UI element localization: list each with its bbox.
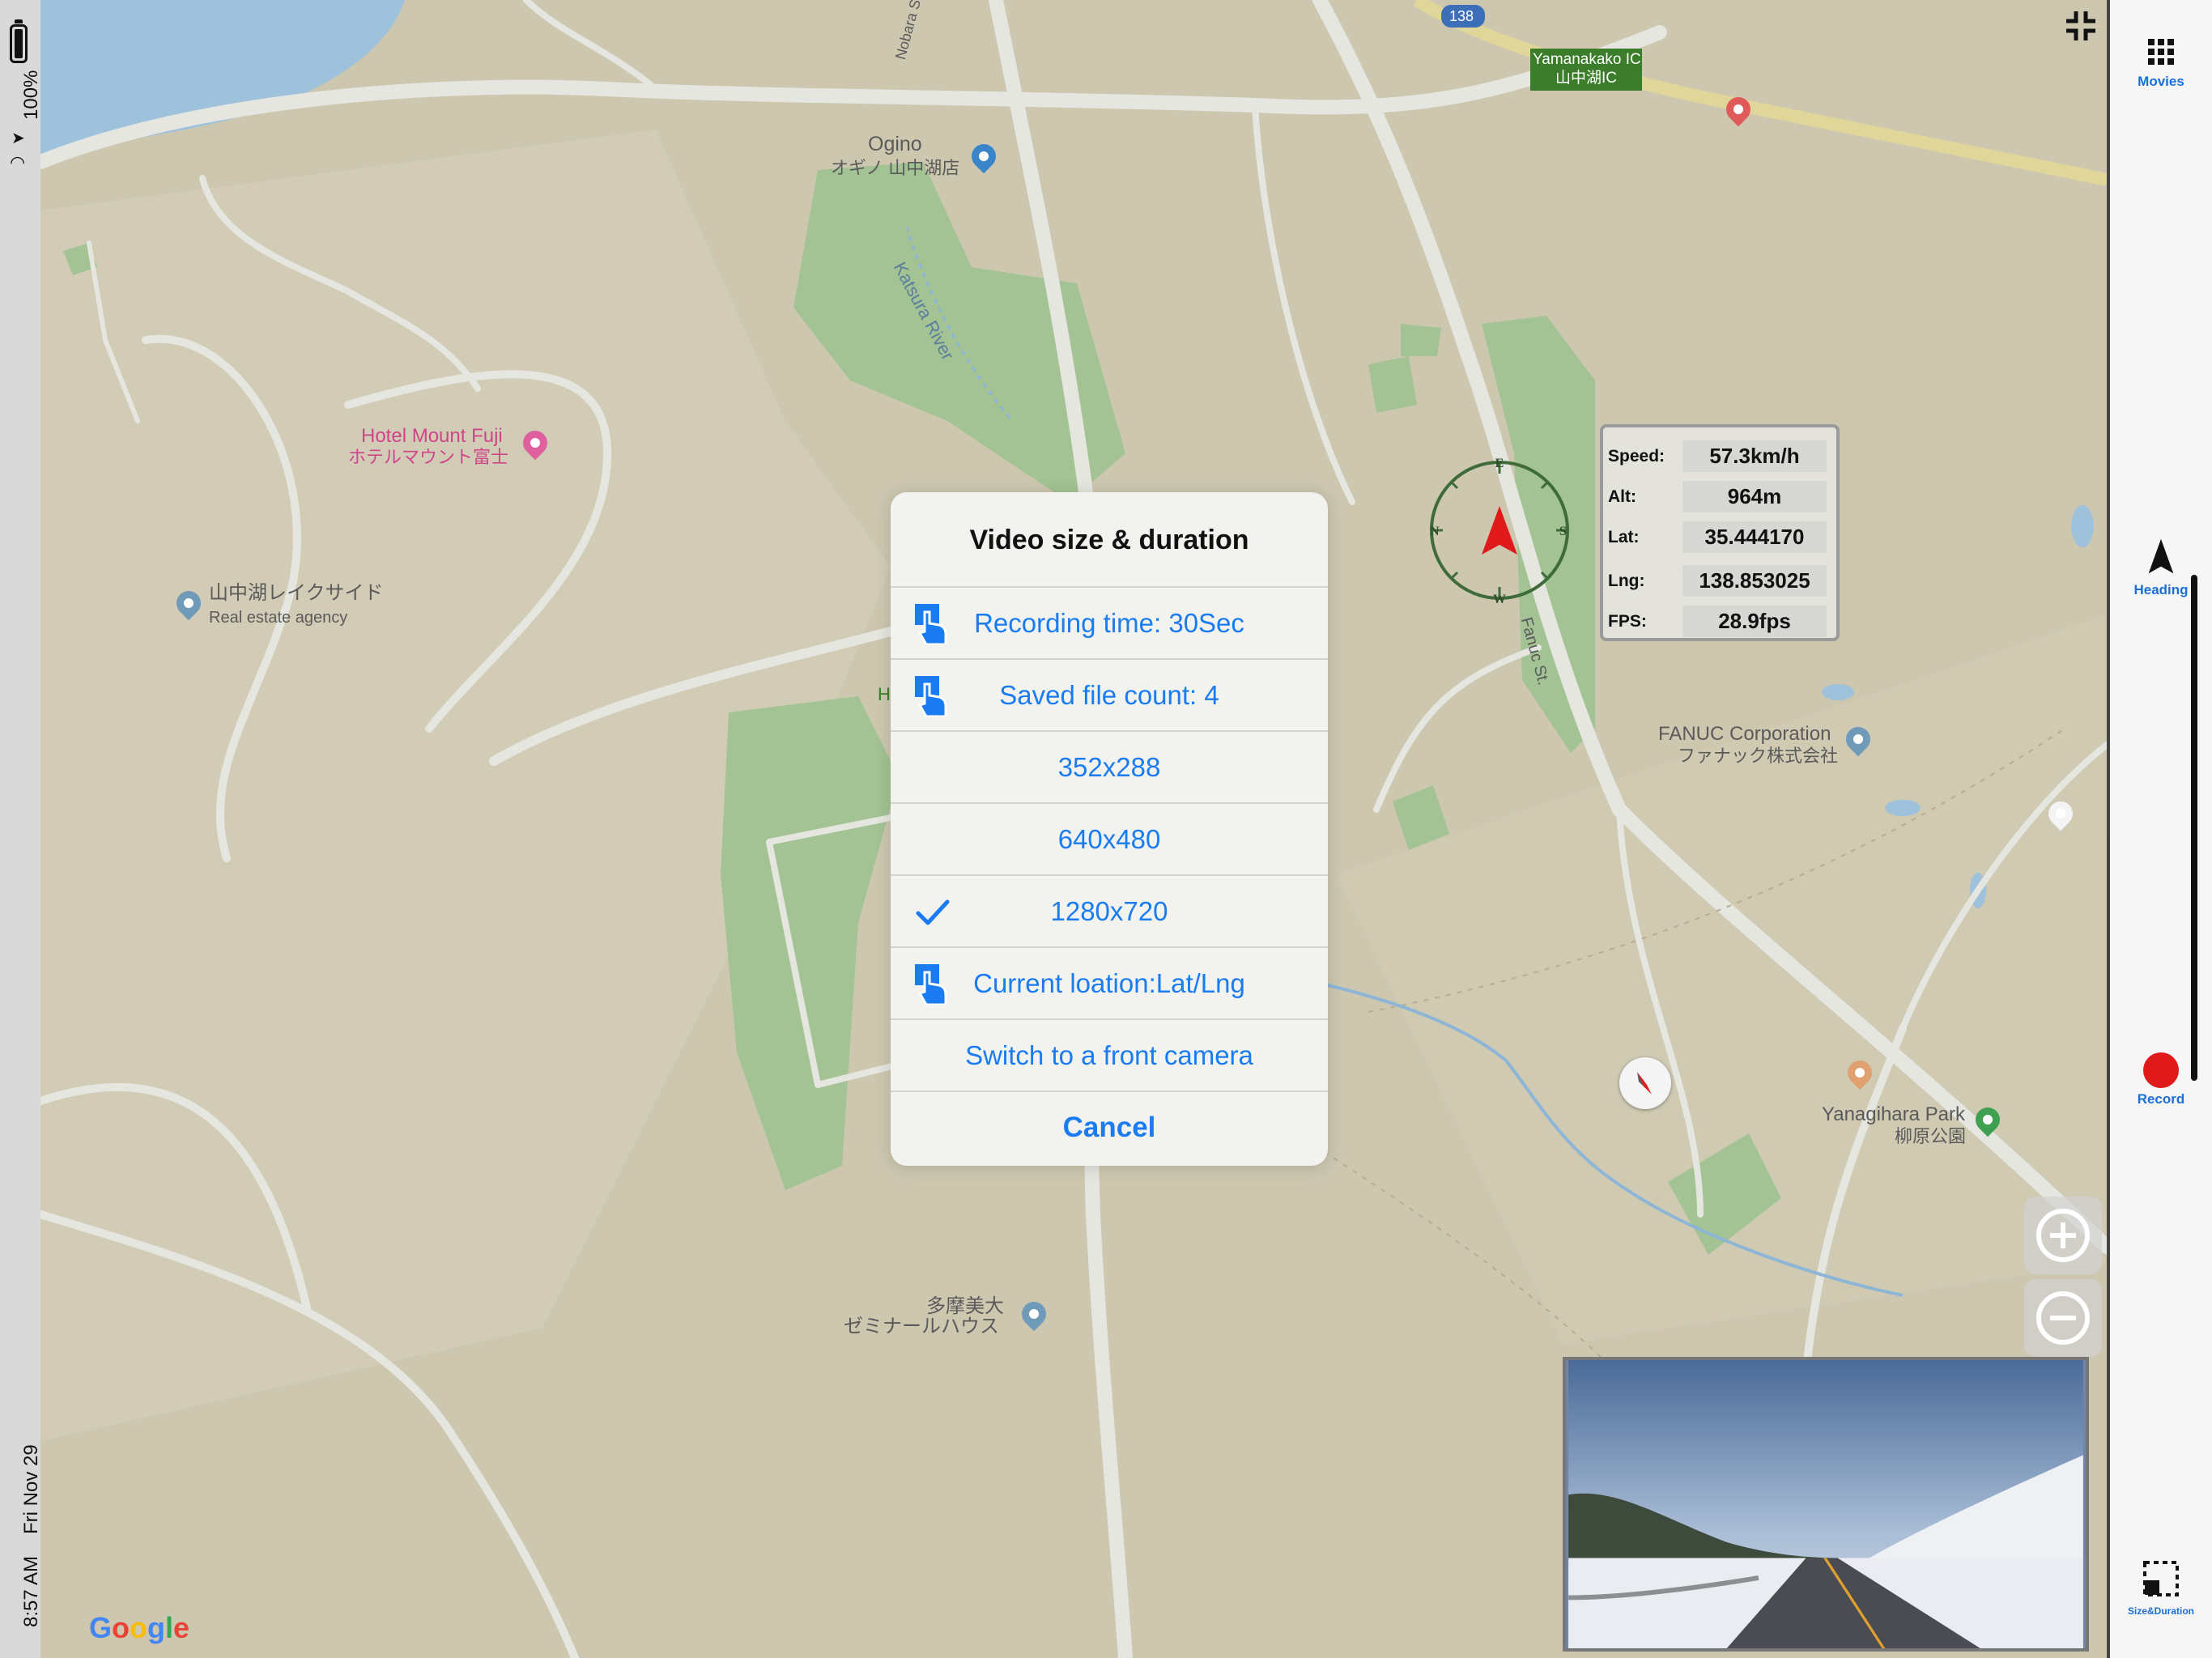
tap-hand-icon xyxy=(915,676,947,716)
speed-label: Speed: xyxy=(1608,447,1665,466)
route-138-label: 138 xyxy=(1449,8,1474,24)
fanuc-jp-label[interactable]: ファナック株式会社 xyxy=(1678,746,1838,766)
saved-file-count-label: Saved file count: 4 xyxy=(999,680,1219,710)
size-640x480-option[interactable]: 640x480 xyxy=(891,804,1328,876)
size-duration-button[interactable]: Size&Duration xyxy=(2110,1559,2212,1617)
scrollbar[interactable] xyxy=(2191,575,2197,1081)
ic-label-jp: 山中湖IC xyxy=(1555,70,1617,87)
compass-w: W xyxy=(1493,593,1506,603)
camera-preview-image xyxy=(1568,1360,2083,1648)
camera-preview[interactable] xyxy=(1563,1357,2089,1652)
compass-s: S xyxy=(1559,525,1567,538)
google-logo: Google xyxy=(89,1611,190,1644)
location-arrow-icon: ➤ xyxy=(11,130,25,147)
heading-arrow-icon xyxy=(1482,506,1517,555)
plus-icon xyxy=(2036,1209,2090,1262)
status-time: 8:57 AM xyxy=(20,1555,42,1627)
movies-button[interactable]: Movies xyxy=(2110,37,2212,90)
partial-map-label: H xyxy=(878,684,891,704)
tap-hand-icon xyxy=(915,964,947,1005)
battery-percent: 100% xyxy=(20,70,42,120)
cancel-label: Cancel xyxy=(1062,1112,1156,1143)
yanagihara-label[interactable]: Yanagihara Park xyxy=(1822,1105,1965,1124)
minus-icon xyxy=(2036,1291,2090,1345)
size-640x480-label: 640x480 xyxy=(1057,824,1161,854)
hotel-jp-label[interactable]: ホテルマウント富士 xyxy=(348,448,508,467)
compass-e: E xyxy=(1495,457,1504,470)
exit-fullscreen-icon[interactable] xyxy=(2063,8,2099,44)
current-location-label: Current loation:Lat/Lng xyxy=(973,968,1245,998)
action-sheet: Video size & duration Recording time: 30… xyxy=(891,492,1328,1166)
grid-icon xyxy=(2148,39,2174,65)
dialog-title: Video size & duration xyxy=(891,492,1328,588)
resize-icon xyxy=(2143,1561,2179,1596)
fanuc-label[interactable]: FANUC Corporation xyxy=(1658,725,1831,744)
saved-file-count-option[interactable]: Saved file count: 4 xyxy=(891,660,1328,732)
alt-value: 964m xyxy=(1682,481,1827,512)
lat-value: 35.444170 xyxy=(1682,521,1827,553)
hotel-label[interactable]: Hotel Mount Fuji xyxy=(361,427,503,446)
gps-info-panel: Speed: 57.3km/h Alt: 964m Lat: 35.444170… xyxy=(1600,424,1840,641)
ogino-label[interactable]: Ogino xyxy=(868,134,922,155)
movies-label: Movies xyxy=(2138,74,2184,89)
ic-label-en: Yamanakako IC xyxy=(1533,51,1641,68)
status-date: Fri Nov 29 xyxy=(20,1444,42,1534)
fps-row: FPS: 28.9fps xyxy=(1603,601,1836,641)
alt-label: Alt: xyxy=(1608,487,1636,506)
battery-icon xyxy=(10,24,28,63)
lakeside-label[interactable]: 山中湖レイクサイド xyxy=(209,584,384,603)
record-icon xyxy=(2143,1052,2179,1088)
switch-camera-label: Switch to a front camera xyxy=(965,1040,1253,1070)
current-location-option[interactable]: Current loation:Lat/Lng xyxy=(891,948,1328,1020)
fps-label: FPS: xyxy=(1608,612,1647,631)
record-label: Record xyxy=(2137,1091,2185,1107)
size-352x288-option[interactable]: 352x288 xyxy=(891,732,1328,804)
size-1280x720-label: 1280x720 xyxy=(1050,896,1168,926)
ic-label[interactable]: Yamanakako IC 山中湖IC xyxy=(1533,50,1641,87)
compass-needle-icon xyxy=(1637,1072,1652,1095)
yanagihara-jp-label[interactable]: 柳原公園 xyxy=(1895,1127,1966,1146)
compass-n: N xyxy=(1430,525,1440,538)
tama-label-1[interactable]: 多摩美大 xyxy=(926,1297,1004,1316)
zoom-in-button[interactable] xyxy=(2024,1197,2102,1274)
lng-label: Lng: xyxy=(1608,572,1645,590)
lng-row: Lng: 138.853025 xyxy=(1603,560,1836,601)
recording-time-option[interactable]: Recording time: 30Sec xyxy=(891,588,1328,660)
speed-row: Speed: 57.3km/h xyxy=(1603,436,1836,476)
heading-arrow-button-icon xyxy=(2148,538,2174,574)
zoom-out-button[interactable] xyxy=(2024,1279,2102,1357)
battery-icon-tip xyxy=(15,19,23,23)
size-352x288-label: 352x288 xyxy=(1057,752,1161,782)
size-duration-label: Size&Duration xyxy=(2127,1605,2194,1617)
cancel-button[interactable]: Cancel xyxy=(891,1092,1328,1164)
compass-icon: E W N S xyxy=(1430,457,1569,603)
status-bar: 100% ➤ ◠ 8:57 AM Fri Nov 29 xyxy=(0,0,42,1658)
recording-time-label: Recording time: 30Sec xyxy=(974,608,1244,638)
ogino-jp-label[interactable]: オギノ 山中湖店 xyxy=(831,159,959,178)
map-compass-button[interactable] xyxy=(1619,1057,1671,1109)
lat-row: Lat: 35.444170 xyxy=(1603,517,1836,557)
wifi-icon: ◠ xyxy=(10,152,26,172)
lng-value: 138.853025 xyxy=(1682,565,1827,597)
fps-value: 28.9fps xyxy=(1682,606,1827,637)
speed-value: 57.3km/h xyxy=(1682,440,1827,472)
size-1280x720-option[interactable]: 1280x720 xyxy=(891,876,1328,948)
lat-label: Lat: xyxy=(1608,528,1640,546)
switch-camera-option[interactable]: Switch to a front camera xyxy=(891,1020,1328,1092)
lakeside-sub-label[interactable]: Real estate agency xyxy=(209,608,347,627)
alt-row: Alt: 964m xyxy=(1603,476,1836,517)
checkmark-icon xyxy=(916,899,950,925)
tap-hand-icon xyxy=(915,604,947,644)
tama-label-2[interactable]: ゼミナールハウス xyxy=(844,1317,999,1337)
